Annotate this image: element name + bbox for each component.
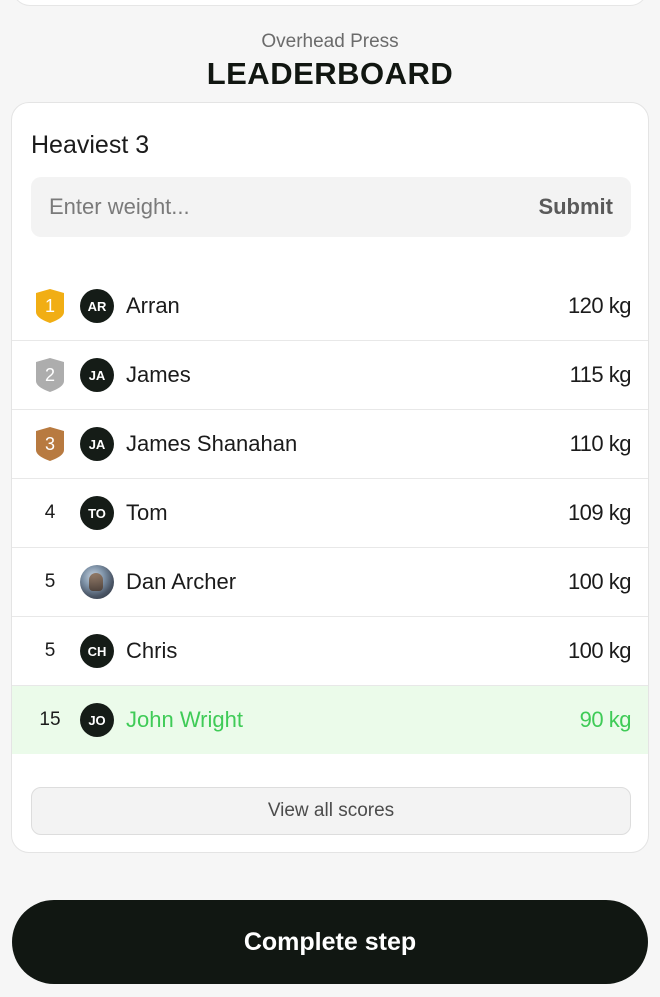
athlete-name: Chris xyxy=(126,638,178,663)
rank-number: 5 xyxy=(44,571,56,592)
card-heading: Heaviest 3 xyxy=(31,131,150,159)
rank-cell: 2 xyxy=(12,357,88,393)
leaderboard-row[interactable]: 5 CH Chris 100 kg xyxy=(12,617,648,686)
avatar: JA xyxy=(80,427,114,461)
athlete-weight: 109 kg xyxy=(567,500,632,525)
athlete-weight: 100 kg xyxy=(567,569,632,594)
leaderboard-row[interactable]: 2 JA James 115 kg xyxy=(12,341,648,410)
leaderboard-card: Heaviest 3 Submit 1 AR Arran 120 kg xyxy=(11,102,649,853)
avatar: TO xyxy=(80,496,114,530)
athlete-weight: 110 kg xyxy=(569,431,632,456)
rank-number: 4 xyxy=(44,502,56,523)
leaderboard-header: Overhead Press LEADERBOARD xyxy=(0,31,660,91)
leaderboard-row[interactable]: 1 AR Arran 120 kg xyxy=(12,272,648,341)
athlete-weight: 100 kg xyxy=(567,638,632,663)
leaderboard-row[interactable]: 4 TO Tom 109 kg xyxy=(12,479,648,548)
rank-cell: 5 xyxy=(12,571,88,593)
rank-cell: 4 xyxy=(12,502,88,524)
athlete-name: John Wright xyxy=(126,707,243,732)
avatar: JO xyxy=(80,703,114,737)
leaderboard-screen: Overhead Press LEADERBOARD Heaviest 3 Su… xyxy=(0,0,660,997)
leaderboard-list: 1 AR Arran 120 kg 2 JA James 115 kg 3 JA… xyxy=(12,272,648,754)
athlete-name: James Shanahan xyxy=(126,431,298,456)
rank-number: 1 xyxy=(44,295,55,316)
bronze-medal-icon: 3 xyxy=(35,426,65,462)
rank-number: 2 xyxy=(44,364,55,385)
leaderboard-row[interactable]: 5 Dan Archer 100 kg xyxy=(12,548,648,617)
avatar: AR xyxy=(80,289,114,323)
rank-number: 15 xyxy=(39,709,61,730)
athlete-name: Tom xyxy=(126,500,168,525)
athlete-name: James xyxy=(126,362,191,387)
avatar: CH xyxy=(80,634,114,668)
weight-input[interactable] xyxy=(49,194,489,220)
submit-button[interactable]: Submit xyxy=(538,194,613,220)
athlete-weight: 115 kg xyxy=(569,362,632,387)
gold-medal-icon: 1 xyxy=(35,288,65,324)
athlete-weight: 90 kg xyxy=(579,707,632,732)
athlete-weight: 120 kg xyxy=(567,293,632,318)
previous-card-edge xyxy=(12,0,648,6)
exercise-name: Overhead Press xyxy=(261,31,399,52)
avatar: JA xyxy=(80,358,114,392)
view-all-scores-button[interactable]: View all scores xyxy=(31,787,631,835)
rank-number: 3 xyxy=(44,433,55,454)
rank-number: 5 xyxy=(44,640,56,661)
athlete-name: Arran xyxy=(126,293,180,318)
user-photo-icon xyxy=(80,565,114,599)
weight-entry-form: Submit xyxy=(31,177,631,237)
silver-medal-icon: 2 xyxy=(35,357,65,393)
complete-step-button[interactable]: Complete step xyxy=(12,900,648,984)
current-user-row[interactable]: 15 JO John Wright 90 kg xyxy=(12,686,648,754)
rank-cell: 5 xyxy=(12,640,88,662)
rank-cell: 1 xyxy=(12,288,88,324)
page-title: LEADERBOARD xyxy=(206,56,454,91)
rank-cell: 15 xyxy=(12,709,88,731)
rank-cell: 3 xyxy=(12,426,88,462)
athlete-name: Dan Archer xyxy=(126,569,237,594)
leaderboard-row[interactable]: 3 JA James Shanahan 110 kg xyxy=(12,410,648,479)
